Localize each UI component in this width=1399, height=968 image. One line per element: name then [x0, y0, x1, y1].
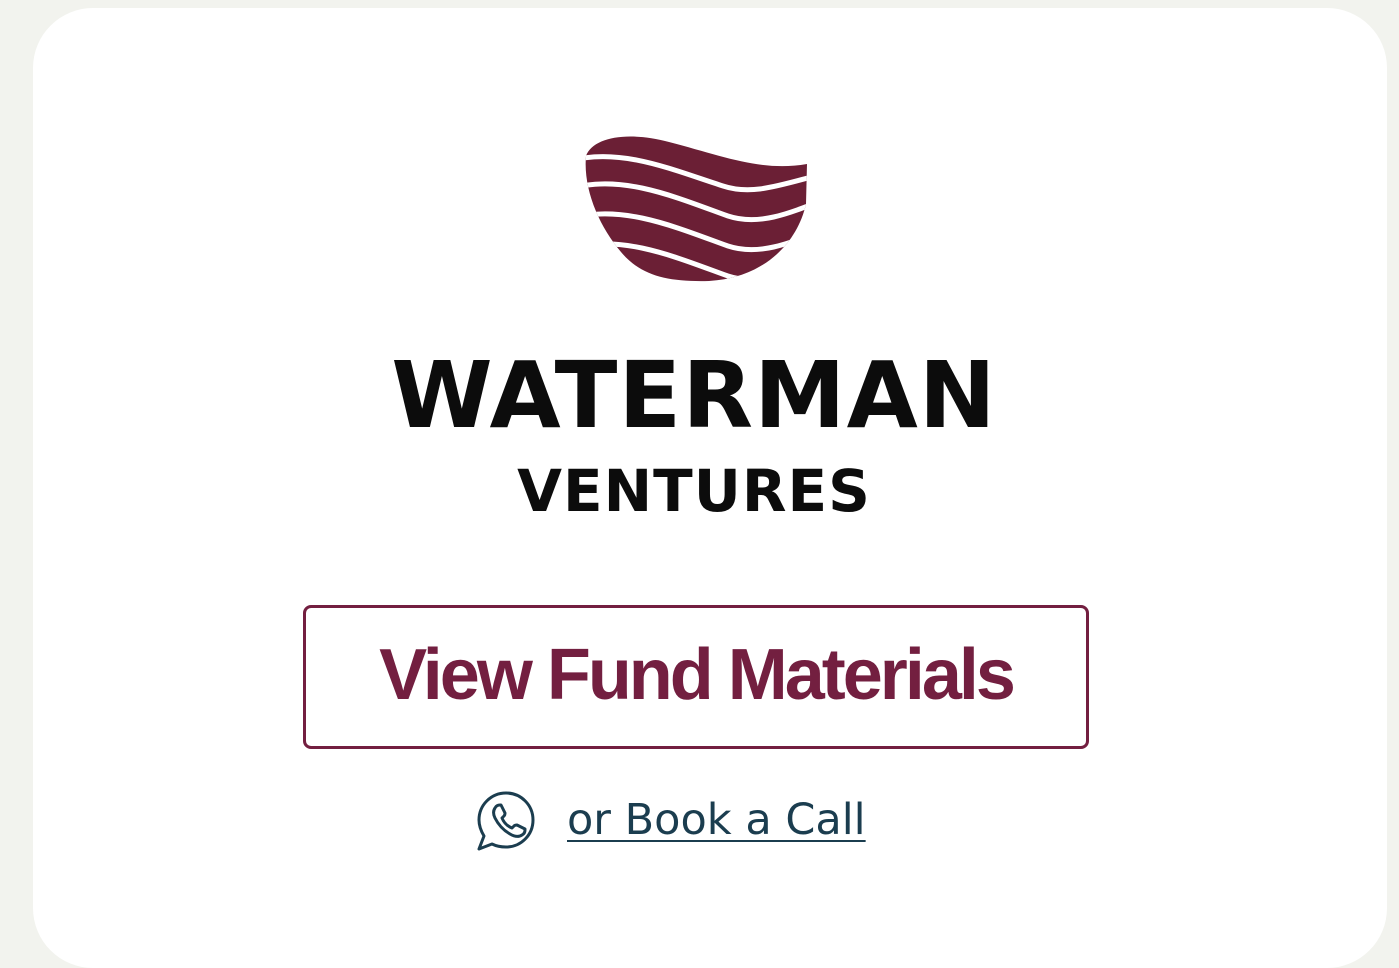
- book-call-link[interactable]: or Book a Call: [567, 795, 866, 845]
- whatsapp-phone-icon[interactable]: [474, 788, 538, 852]
- brand-wordmark: WATERMAN: [391, 342, 997, 449]
- view-fund-materials-label: View Fund Materials: [379, 635, 1016, 715]
- view-fund-materials-button[interactable]: View Fund Materials: [303, 605, 1089, 749]
- wave-heart-logo-icon: [585, 136, 808, 282]
- brand-subtitle: VENTURES: [517, 457, 871, 525]
- book-call-row: or Book a Call: [474, 788, 866, 852]
